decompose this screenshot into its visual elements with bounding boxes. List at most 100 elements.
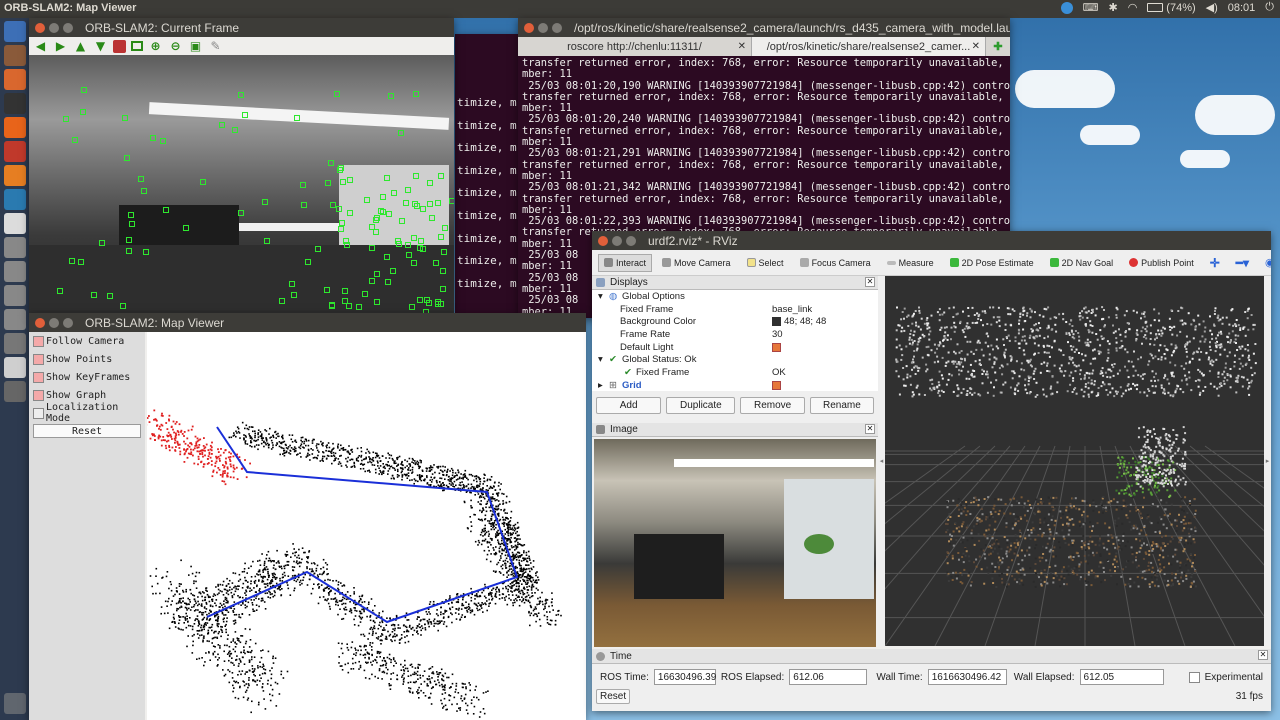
docs-icon[interactable] (3, 213, 26, 234)
arrow-up-icon[interactable]: ▲ (73, 39, 88, 53)
close-tab-icon[interactable]: ✕ (738, 41, 746, 52)
tree-row-global-status[interactable]: ▾ ✔ Global Status: Ok (596, 353, 878, 366)
map-viewer-titlebar[interactable]: ORB-SLAM2: Map Viewer (29, 313, 586, 332)
wifi-icon[interactable]: ◠ (1128, 1, 1138, 14)
close-button[interactable] (524, 22, 534, 33)
tree-row-fixed-frame[interactable]: Fixed Frame base_link (596, 303, 878, 316)
ros-icon[interactable] (3, 357, 26, 378)
checkbox-checked-icon[interactable] (772, 380, 781, 390)
close-panel-icon[interactable]: ✕ (865, 277, 875, 287)
checkbox-checked-icon[interactable] (772, 342, 781, 352)
rviz-3d-view[interactable] (684, 276, 1271, 670)
remove-button[interactable]: Remove (740, 397, 805, 414)
bluetooth-icon[interactable]: ✱ (1108, 1, 1117, 14)
expand-arrow-icon[interactable]: ▾ (598, 291, 603, 302)
follow-camera-checkbox[interactable]: Follow Camera (29, 332, 145, 350)
tree-row-background-color[interactable]: Background Color 48; 48; 48 (596, 315, 878, 328)
battery-icon[interactable] (1147, 3, 1164, 12)
settings-icon[interactable] (3, 165, 26, 186)
app-icon[interactable] (3, 261, 26, 282)
dash-icon[interactable] (3, 21, 26, 42)
clock[interactable]: 08:01 (1228, 2, 1256, 14)
minimize-button[interactable] (612, 235, 622, 246)
measure-tool[interactable]: Measure (881, 254, 940, 272)
chrome-tray-icon[interactable] (1060, 1, 1073, 14)
app-icon[interactable] (3, 309, 26, 330)
app-icon[interactable] (3, 333, 26, 354)
keyboard-icon[interactable]: ⌨ (1083, 1, 1099, 14)
show-points-checkbox[interactable]: Show Points (29, 350, 145, 368)
tree-value[interactable] (772, 342, 781, 352)
close-button[interactable] (35, 317, 45, 328)
tree-value[interactable]: 48; 48; 48 (772, 316, 826, 327)
reset-button[interactable]: Reset (33, 424, 141, 438)
power-icon[interactable]: ⏻ (1265, 1, 1274, 14)
checkbox-box[interactable] (33, 353, 44, 365)
nav-goal-tool[interactable]: 2D Nav Goal (1044, 254, 1120, 272)
tab-roscore[interactable]: roscore http://chenlu:11311/✕ (518, 37, 752, 56)
terminal-icon[interactable] (3, 93, 26, 114)
current-frame-titlebar[interactable]: ORB-SLAM2: Current Frame (29, 18, 454, 37)
brush-icon[interactable]: ✎ (208, 39, 223, 53)
focus-camera-tool[interactable]: Focus Camera (794, 254, 877, 272)
add-tool-icon[interactable]: ✛ (1204, 252, 1226, 274)
tree-row-frame-rate[interactable]: Frame Rate 30 (596, 328, 878, 341)
add-button[interactable]: Add (596, 397, 662, 414)
tab-realsense[interactable]: /opt/ros/kinetic/share/realsense2_camer.… (752, 37, 986, 56)
chrome-icon[interactable] (3, 189, 26, 210)
tree-value[interactable] (772, 380, 781, 390)
tree-row-fixed-frame-status[interactable]: ✔ Fixed Frame OK (596, 366, 878, 379)
terminal-titlebar[interactable]: /opt/ros/kinetic/share/realsense2_camera… (518, 18, 1010, 37)
maximize-button[interactable] (552, 22, 562, 33)
close-button[interactable] (598, 235, 608, 246)
publish-point-tool[interactable]: Publish Point (1123, 254, 1200, 272)
map-canvas[interactable] (144, 332, 586, 720)
minimize-button[interactable] (538, 22, 548, 33)
tree-row-grid[interactable]: ▸ ⊞ Grid (596, 379, 878, 392)
checkbox-box[interactable] (33, 335, 44, 347)
tree-value[interactable]: base_link (772, 304, 812, 315)
checkbox-box[interactable] (33, 371, 44, 383)
rename-button[interactable]: Rename (809, 397, 875, 414)
minimize-button[interactable] (49, 317, 59, 328)
show-keyframes-checkbox[interactable]: Show KeyFrames (29, 368, 145, 386)
maximize-button[interactable] (63, 22, 73, 33)
remove-tool-icon[interactable]: ━▾ (1230, 252, 1255, 274)
trash-icon[interactable] (3, 693, 26, 714)
select-tool[interactable]: Select (741, 254, 790, 272)
duplicate-button[interactable]: Duplicate (666, 397, 736, 414)
arrow-down-icon[interactable]: ▼ (93, 39, 108, 53)
zoom-out-icon[interactable]: ⊖ (168, 39, 183, 53)
tree-row-global-options[interactable]: ▾ ◍ Global Options (596, 290, 878, 303)
localization-mode-checkbox[interactable]: Localization Mode (29, 402, 145, 424)
app-icon[interactable] (3, 237, 26, 258)
tree-value[interactable]: 30 (772, 329, 783, 340)
firefox-icon[interactable] (3, 69, 26, 90)
zoom-in-icon[interactable]: ⊕ (148, 39, 163, 53)
interact-tool[interactable]: Interact (598, 253, 653, 272)
expand-arrow-icon[interactable]: ▸ (598, 380, 603, 391)
arrow-left-icon[interactable]: ◀ (33, 39, 48, 53)
save-icon[interactable]: ▣ (188, 39, 203, 53)
tree-row-default-light[interactable]: Default Light (596, 341, 878, 354)
app-icon[interactable] (3, 381, 26, 402)
home-icon[interactable] (113, 39, 126, 53)
maximize-button[interactable] (626, 235, 636, 246)
expand-arrow-icon[interactable]: ▾ (598, 354, 603, 365)
app-icon[interactable] (3, 285, 26, 306)
move-camera-tool[interactable]: Move Camera (656, 254, 737, 272)
arrow-right-icon[interactable]: ▶ (53, 39, 68, 53)
pan-icon[interactable] (131, 41, 143, 51)
rviz-titlebar[interactable]: urdf2.rviz* - RViz (592, 231, 1271, 250)
software-icon[interactable] (3, 141, 26, 162)
eye-icon[interactable]: ◉▾ (1259, 252, 1271, 273)
checkbox-box[interactable] (33, 389, 44, 401)
new-tab-icon[interactable]: ✚ (986, 37, 1010, 56)
checkbox-box[interactable] (33, 407, 44, 419)
close-tab-icon[interactable]: ✕ (972, 41, 980, 52)
pose-estimate-tool[interactable]: 2D Pose Estimate (944, 254, 1040, 272)
close-panel-icon[interactable]: ✕ (865, 424, 875, 434)
close-button[interactable] (35, 22, 45, 33)
displays-tree[interactable]: ▾ ◍ Global Options Fixed Frame base_link Ba… (592, 290, 878, 391)
browser-icon[interactable] (3, 117, 26, 138)
